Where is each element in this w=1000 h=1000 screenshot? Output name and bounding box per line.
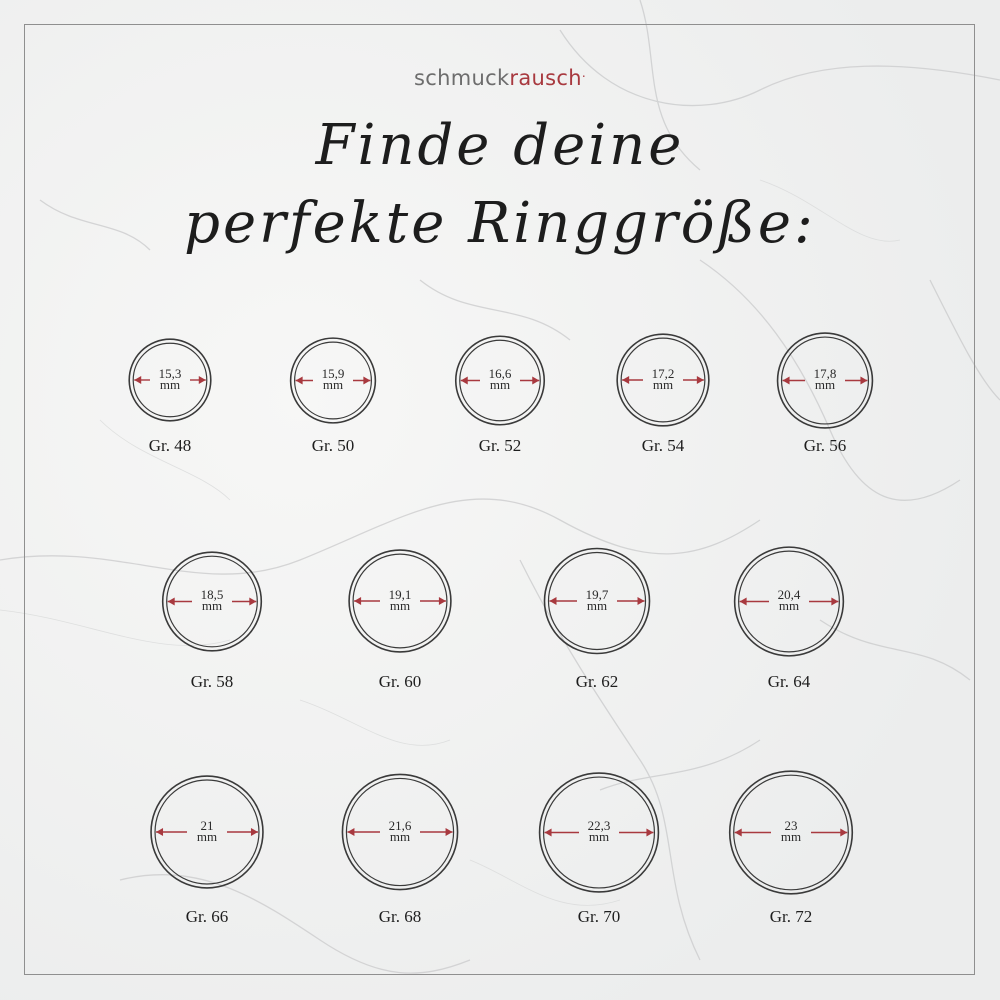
- ring-unit-text: mm: [489, 377, 511, 392]
- ring-item: 20,4 mm Gr. 64: [719, 544, 859, 697]
- ring-size-label: Gr. 48: [148, 436, 192, 455]
- ring-diameter-text: 17,2 mm: [651, 366, 675, 392]
- ring-item: 19,7 mm Gr. 62: [527, 545, 667, 696]
- ring-unit-text: mm: [586, 598, 608, 613]
- brand-logo: schmuckrausch.: [0, 66, 1000, 90]
- ring-item: 21,6 mm Gr. 68: [330, 771, 470, 931]
- ring-diameter-text: 22,3 mm: [587, 818, 611, 844]
- ring-diameter-text: 19,7 mm: [585, 587, 609, 613]
- ring-item: 17,2 mm Gr. 54: [593, 331, 733, 460]
- ring-item: 15,3 mm Gr. 48: [100, 336, 240, 460]
- ring-item: 22,3 mm Gr. 70: [529, 770, 669, 932]
- ring-unit-text: mm: [389, 829, 411, 844]
- ring-item: 23 mm Gr. 72: [721, 768, 861, 932]
- ring-item: 17,8 mm Gr. 56: [755, 330, 895, 461]
- ring-diameter-text: 20,4 mm: [777, 587, 801, 613]
- ring-size-label: Gr. 68: [378, 907, 422, 926]
- ring-size-label: Gr. 66: [185, 907, 229, 926]
- ring-item: 18,5 mm Gr. 58: [142, 549, 282, 697]
- ring-size-label: Gr. 58: [190, 672, 234, 691]
- headline-line-1: Finde deine: [315, 113, 685, 178]
- ring-unit-text: mm: [780, 829, 802, 844]
- ring-size-label: Gr. 64: [767, 672, 811, 691]
- ring-size-label: Gr. 56: [803, 436, 847, 455]
- ring-item: 16,6 mm Gr. 52: [430, 333, 570, 461]
- ring-diameter-text: 17,8 mm: [813, 366, 837, 392]
- ring-unit-text: mm: [201, 598, 223, 613]
- ring-unit-text: mm: [389, 598, 411, 613]
- ring-unit-text: mm: [196, 829, 218, 844]
- ring-diameter-text: 18,5 mm: [200, 587, 224, 613]
- ring-diameter-text: 15,9 mm: [321, 366, 345, 392]
- ring-item: 15,9 mm Gr. 50: [263, 335, 403, 461]
- headline-line-2: perfekte Ringgröße:: [184, 191, 816, 256]
- brand-part-2: rausch: [509, 66, 582, 90]
- ring-size-label: Gr. 72: [769, 907, 813, 926]
- brand-mark: .: [581, 66, 586, 80]
- ring-item: 19,1 mm Gr. 60: [330, 547, 470, 696]
- brand-part-1: schmuck: [414, 66, 510, 90]
- ring-size-label: Gr. 70: [577, 907, 621, 926]
- ring-unit-text: mm: [159, 377, 181, 392]
- ring-unit-text: mm: [652, 377, 674, 392]
- ring-unit-text: mm: [588, 829, 610, 844]
- ring-size-label: Gr. 60: [378, 672, 422, 691]
- ring-diameter-text: 23 mm: [780, 818, 802, 844]
- ring-size-label: Gr. 52: [478, 436, 522, 455]
- ring-size-label: Gr. 54: [641, 436, 685, 455]
- ring-size-label: Gr. 62: [575, 672, 619, 691]
- ring-unit-text: mm: [322, 377, 344, 392]
- ring-diameter-text: 15,3 mm: [158, 366, 182, 392]
- ring-item: 21 mm Gr. 66: [137, 773, 277, 931]
- ring-diameter-text: 21,6 mm: [388, 818, 412, 844]
- ring-diameter-text: 21 mm: [196, 818, 218, 844]
- ring-diameter-text: 16,6 mm: [488, 366, 512, 392]
- ring-unit-text: mm: [778, 598, 800, 613]
- ring-diameter-text: 19,1 mm: [388, 587, 412, 613]
- ring-unit-text: mm: [814, 377, 836, 392]
- ring-size-label: Gr. 50: [311, 436, 355, 455]
